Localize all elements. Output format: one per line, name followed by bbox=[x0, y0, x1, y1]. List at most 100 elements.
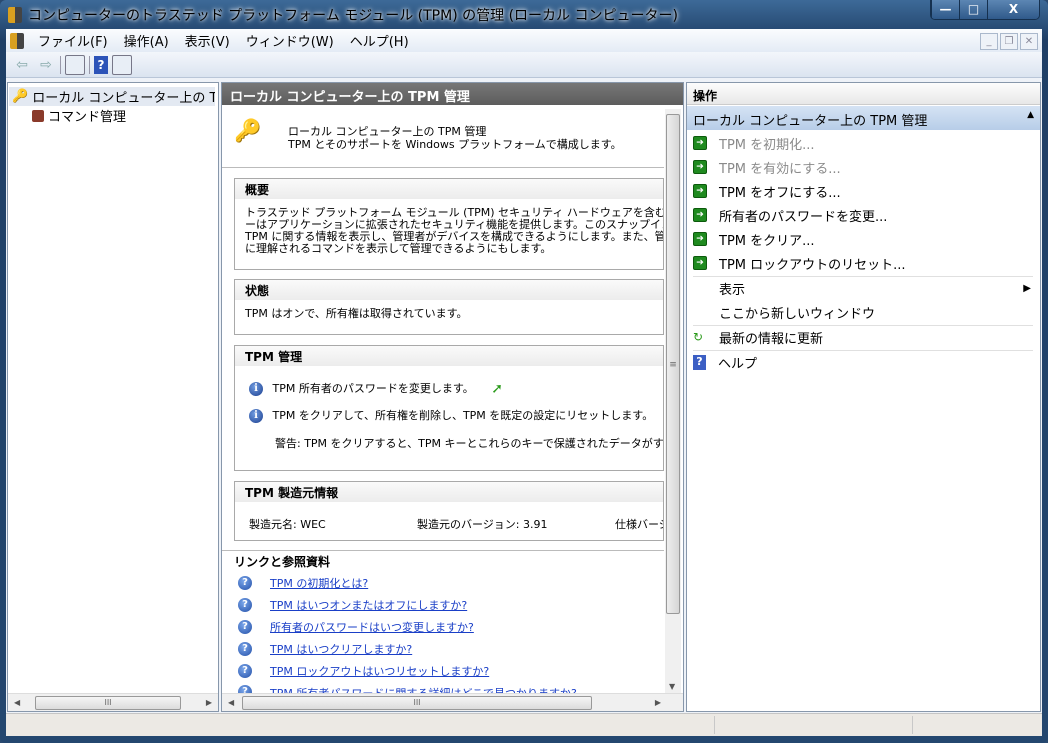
document-icon bbox=[10, 32, 24, 49]
action-label: ヘルプ bbox=[718, 356, 758, 372]
management-item: i TPM 所有者のパスワードを変更します。 ➚ bbox=[249, 380, 503, 397]
menu-bar: ファイル(F) 操作(A) 表示(V) ウィンドウ(W) ヘルプ(H) bbox=[6, 29, 1042, 52]
collapse-icon[interactable]: ▲ bbox=[1027, 110, 1034, 126]
submenu-arrow-icon: ▶ bbox=[1023, 282, 1031, 294]
action-refresh[interactable]: ↻ 最新の情報に更新 bbox=[693, 325, 1033, 349]
link[interactable]: TPM はいつオンまたはオフにしますか? bbox=[270, 597, 467, 613]
tree-horizontal-scrollbar[interactable]: ◀ III ▶ bbox=[8, 693, 218, 711]
link-item[interactable]: ? TPM 所有者パスワードに関する詳細はどこで見つかりますか? bbox=[238, 685, 577, 693]
app-icon bbox=[8, 7, 22, 23]
mdi-controls: _ ❐ ✕ bbox=[980, 33, 1038, 50]
tree-item-root[interactable]: 🔑 ローカル コンピューター上の TPM 管理 bbox=[9, 87, 215, 106]
action-arrow-icon: ➔ bbox=[693, 136, 707, 150]
action-view[interactable]: 表示 ▶ bbox=[693, 276, 1033, 300]
action-help[interactable]: ? ヘルプ bbox=[693, 350, 1033, 374]
action-arrow-icon: ➔ bbox=[693, 232, 707, 246]
action-arrow-icon: ➔ bbox=[693, 256, 707, 270]
show-hide-tree-icon[interactable] bbox=[65, 54, 85, 75]
action-label: TPM ロックアウトのリセット... bbox=[719, 257, 906, 273]
action-turn-off-tpm[interactable]: ➔ TPM をオフにする... bbox=[693, 179, 1033, 203]
command-icon bbox=[32, 109, 44, 122]
help-question-icon: ? bbox=[238, 620, 252, 634]
management-text: TPM をクリアして、所有権を削除し、TPM を既定の設定にリセットします。 bbox=[272, 409, 654, 422]
intro-subtitle: TPM とそのサポートを Windows プラットフォームで構成します。 bbox=[288, 138, 622, 151]
intro: ローカル コンピューター上の TPM 管理 TPM とそのサポートを Windo… bbox=[288, 125, 622, 151]
section-title: 状態 bbox=[235, 280, 663, 300]
action-arrow-icon: ➔ bbox=[693, 184, 707, 198]
mdi-restore-button[interactable]: ❐ bbox=[1000, 33, 1018, 50]
results-horizontal-scrollbar[interactable]: ◀ III ▶ bbox=[222, 693, 683, 711]
action-label: 表示 bbox=[719, 282, 746, 298]
key-icon: 🔑 bbox=[12, 89, 29, 104]
status-bar bbox=[6, 713, 1042, 736]
minimize-button[interactable]: — bbox=[931, 0, 959, 19]
link[interactable]: TPM はいつクリアしますか? bbox=[270, 641, 412, 657]
action-initialize-tpm[interactable]: ➔ TPM を初期化... bbox=[693, 131, 1033, 155]
results-header: ローカル コンピューター上の TPM 管理 bbox=[222, 83, 683, 105]
menu-file[interactable]: ファイル(F) bbox=[30, 31, 116, 50]
status-divider bbox=[714, 716, 715, 734]
toolbar-separator bbox=[89, 55, 90, 74]
actions-group-header[interactable]: ローカル コンピューター上の TPM 管理 ▲ bbox=[687, 106, 1040, 130]
action-label: TPM をクリア... bbox=[719, 233, 815, 249]
link-item[interactable]: ? TPM ロックアウトはいつリセットしますか? bbox=[238, 663, 489, 679]
tree-pane: 🔑 ローカル コンピューター上の TPM 管理 コマンド管理 ◀ III ▶ bbox=[7, 82, 219, 712]
link-item[interactable]: ? 所有者のパスワードはいつ変更しますか? bbox=[238, 619, 474, 635]
action-label: ここから新しいウィンドウ bbox=[719, 306, 876, 322]
tpm-key-icon: 🔑 bbox=[234, 119, 262, 144]
close-button[interactable]: X bbox=[987, 0, 1039, 19]
tree-item-label: ローカル コンピューター上の TPM 管理 bbox=[32, 91, 215, 106]
status-divider bbox=[912, 716, 913, 734]
manufacturer-version: 製造元のバージョン: 3.91 bbox=[417, 518, 548, 531]
menu-window[interactable]: ウィンドウ(W) bbox=[238, 31, 342, 50]
actions-header: 操作 bbox=[687, 83, 1040, 105]
menu-view[interactable]: 表示(V) bbox=[177, 31, 238, 50]
link[interactable]: TPM ロックアウトはいつリセットしますか? bbox=[270, 663, 489, 679]
forward-arrow-icon[interactable]: ⇨ bbox=[36, 55, 56, 75]
maximize-button[interactable]: □ bbox=[959, 0, 987, 19]
link-item[interactable]: ? TPM はいつオンまたはオフにしますか? bbox=[238, 597, 467, 613]
section-title: TPM 製造元情報 bbox=[235, 482, 663, 502]
link[interactable]: 所有者のパスワードはいつ変更しますか? bbox=[270, 619, 474, 635]
help-question-icon: ? bbox=[238, 664, 252, 678]
status-section: 状態 TPM はオンで、所有権は取得されています。 bbox=[234, 279, 664, 335]
results-vertical-scrollbar[interactable]: ≡ ▼ bbox=[665, 109, 681, 693]
tree-item-command-management[interactable]: コマンド管理 bbox=[32, 106, 126, 125]
mdi-minimize-button[interactable]: _ bbox=[980, 33, 998, 50]
action-new-window[interactable]: ここから新しいウィンドウ bbox=[693, 300, 1033, 324]
tree-item-label: コマンド管理 bbox=[48, 110, 127, 125]
action-arrow-icon: ➔ bbox=[693, 160, 707, 174]
action-change-owner-password[interactable]: ➔ 所有者のパスワードを変更... bbox=[693, 203, 1033, 227]
links-title: リンクと参照資料 bbox=[234, 555, 331, 569]
action-label: 最新の情報に更新 bbox=[719, 331, 824, 347]
action-reset-lockout[interactable]: ➔ TPM ロックアウトのリセット... bbox=[693, 251, 1033, 275]
action-label: TPM を初期化... bbox=[719, 137, 815, 153]
action-clear-tpm[interactable]: ➔ TPM をクリア... bbox=[693, 227, 1033, 251]
action-enable-tpm[interactable]: ➔ TPM を有効にする... bbox=[693, 155, 1033, 179]
link[interactable]: TPM 所有者パスワードに関する詳細はどこで見つかりますか? bbox=[270, 685, 577, 693]
management-text: TPM 所有者のパスワードを変更します。 bbox=[272, 382, 474, 395]
section-title: 概要 bbox=[235, 179, 663, 199]
help-question-icon: ? bbox=[238, 642, 252, 656]
show-hide-action-pane-icon[interactable] bbox=[112, 54, 132, 75]
section-title: TPM 管理 bbox=[235, 346, 663, 366]
action-arrow-icon: ➔ bbox=[693, 208, 707, 222]
link-item[interactable]: ? TPM の初期化とは? bbox=[238, 575, 368, 591]
overview-text: に理解されるコマンドを表示して管理できるようにもします。 bbox=[245, 242, 552, 255]
action-label: TPM をオフにする... bbox=[719, 185, 841, 201]
menu-help[interactable]: ヘルプ(H) bbox=[342, 31, 417, 50]
back-arrow-icon[interactable]: ⇦ bbox=[12, 55, 32, 75]
tpm-management-section: TPM 管理 i TPM 所有者のパスワードを変更します。 ➚ i TPM をク… bbox=[234, 345, 664, 471]
action-label: 所有者のパスワードを変更... bbox=[719, 209, 888, 225]
window-controls: — □ X bbox=[930, 0, 1040, 20]
link-item[interactable]: ? TPM はいつクリアしますか? bbox=[238, 641, 412, 657]
link[interactable]: TPM の初期化とは? bbox=[270, 575, 368, 591]
mdi-close-button[interactable]: ✕ bbox=[1020, 33, 1038, 50]
manufacturer-section: TPM 製造元情報 製造元名: WEC 製造元のバージョン: 3.91 仕様バー… bbox=[234, 481, 664, 541]
results-pane: ローカル コンピューター上の TPM 管理 🔑 ローカル コンピューター上の T… bbox=[221, 82, 684, 712]
menu-action[interactable]: 操作(A) bbox=[116, 31, 177, 50]
help-icon[interactable]: ? bbox=[94, 55, 108, 74]
help-question-icon: ? bbox=[238, 685, 252, 693]
go-arrow-icon[interactable]: ➚ bbox=[491, 381, 503, 397]
action-label: TPM を有効にする... bbox=[719, 161, 841, 177]
